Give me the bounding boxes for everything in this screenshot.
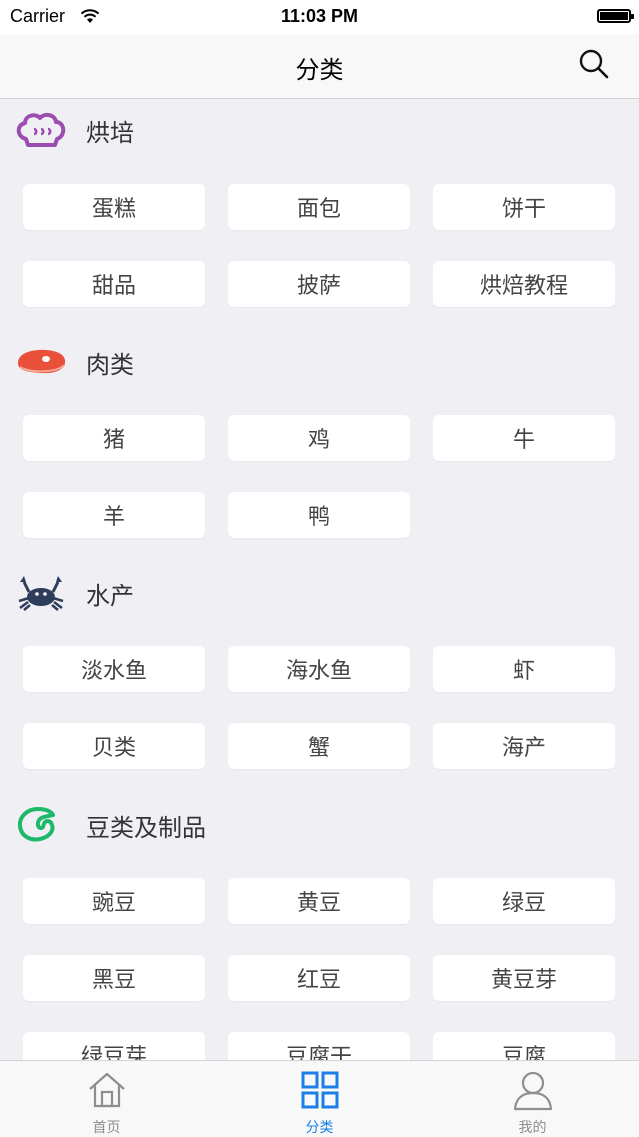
steak-icon [18, 349, 66, 374]
search-icon[interactable] [578, 48, 610, 80]
category-tag[interactable]: 鸭 [228, 492, 410, 538]
category-tag[interactable]: 蟹 [228, 723, 410, 769]
home-icon [89, 1072, 125, 1108]
chef-hat-icon [16, 112, 66, 147]
category-tag[interactable]: 蛋糕 [23, 184, 205, 230]
category-tag[interactable]: 羊 [23, 492, 205, 538]
section-title: 烘培 [86, 119, 134, 147]
section-header-baking: 烘培 [0, 99, 639, 159]
category-tag[interactable]: 黑豆 [23, 955, 205, 1001]
status-bar: Carrier 11:03 PM [0, 0, 639, 34]
section-header-seafood: 水产 [0, 562, 639, 622]
category-tag[interactable]: 鸡 [228, 415, 410, 461]
category-tag[interactable]: 甜品 [23, 261, 205, 307]
category-tag[interactable]: 淡水鱼 [23, 646, 205, 692]
category-tag[interactable]: 披萨 [228, 261, 410, 307]
category-tag[interactable]: 黄豆 [228, 878, 410, 924]
section-header-meat: 肉类 [0, 331, 639, 391]
category-tag[interactable]: 牛 [433, 415, 615, 461]
category-list[interactable]: 烘培 蛋糕 面包 饼干 甜品 披萨 烘焙教程 肉类 猪 鸡 牛 羊 鸭 水产 淡… [0, 99, 639, 1060]
category-tag[interactable]: 黄豆芽 [433, 955, 615, 1001]
crab-icon [18, 576, 64, 611]
category-tag[interactable]: 海产 [433, 723, 615, 769]
category-tag[interactable]: 海水鱼 [228, 646, 410, 692]
clock: 11:03 PM [280, 6, 359, 26]
category-tag[interactable]: 绿豆芽 [23, 1032, 205, 1060]
tab-home[interactable]: 首页 [0, 1061, 213, 1137]
category-tag[interactable]: 豆腐干 [228, 1032, 410, 1060]
tab-mine[interactable]: 我的 [426, 1061, 639, 1137]
section-title: 肉类 [86, 351, 134, 379]
category-tag[interactable]: 红豆 [228, 955, 410, 1001]
battery-icon [597, 9, 634, 23]
navigation-bar: 分类 [0, 34, 639, 99]
category-tag[interactable]: 豌豆 [23, 878, 205, 924]
category-tag[interactable]: 虾 [433, 646, 615, 692]
grid-icon [301, 1071, 339, 1109]
bean-icon [17, 807, 55, 842]
tab-label: 分类 [305, 1120, 334, 1136]
category-tag[interactable]: 豆腐 [433, 1032, 615, 1060]
category-tag[interactable]: 饼干 [433, 184, 615, 230]
section-title: 水产 [86, 582, 134, 610]
category-tag[interactable]: 绿豆 [433, 878, 615, 924]
tab-label: 首页 [92, 1120, 121, 1136]
category-tag[interactable]: 贝类 [23, 723, 205, 769]
user-icon [513, 1071, 553, 1111]
category-tag[interactable]: 猪 [23, 415, 205, 461]
tab-category[interactable]: 分类 [213, 1061, 426, 1137]
tab-bar: 首页 分类 我的 [0, 1060, 639, 1137]
tab-label: 我的 [518, 1120, 547, 1136]
category-tag[interactable]: 面包 [228, 184, 410, 230]
page-title: 分类 [295, 56, 344, 84]
category-tag[interactable]: 烘焙教程 [433, 261, 615, 307]
section-title: 豆类及制品 [86, 814, 206, 842]
section-header-beans: 豆类及制品 [0, 794, 639, 854]
